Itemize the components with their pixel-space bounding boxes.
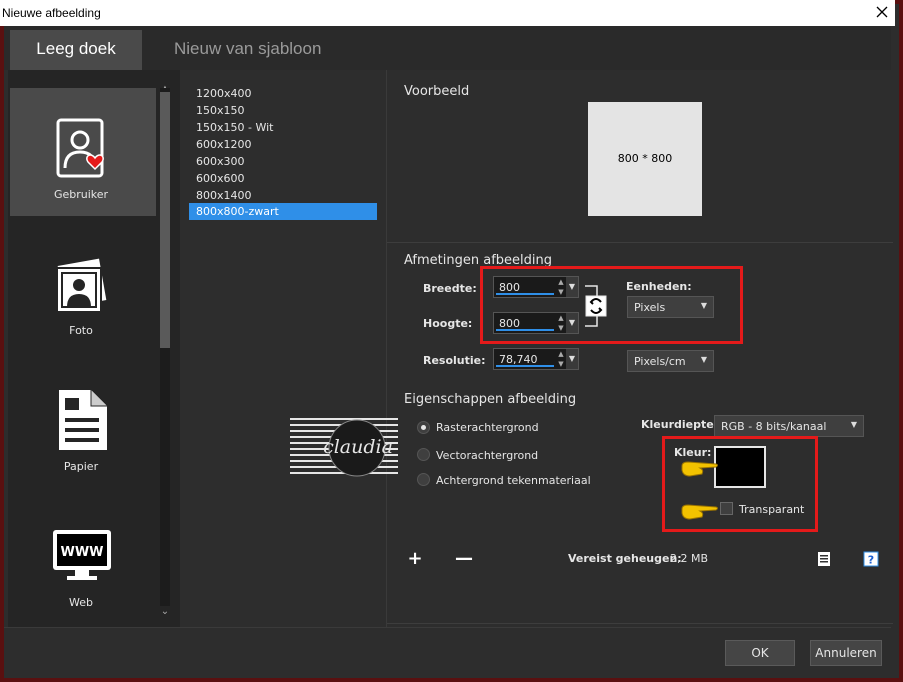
photo-icon bbox=[56, 258, 107, 313]
properties-title: Eigenschappen afbeelding bbox=[404, 392, 577, 407]
caret-down-icon: ▼ bbox=[850, 420, 857, 429]
color-depth-label: Kleurdiepte: bbox=[641, 418, 719, 431]
resolution-stepper-arrows[interactable]: ▲ ▼ bbox=[556, 349, 566, 369]
template-list: 1200x400 150x150 150x150 - Wit 600x1200 … bbox=[184, 70, 384, 627]
window-title: Nieuwe afbeelding bbox=[2, 6, 101, 20]
category-gebruiker[interactable]: Gebruiker bbox=[10, 88, 156, 216]
category-label: Web bbox=[69, 596, 93, 609]
color-depth-value: RGB - 8 bits/kanaal bbox=[721, 420, 827, 433]
template-item[interactable]: 600x600 bbox=[189, 170, 377, 187]
caret-down-icon: ▼ bbox=[700, 355, 707, 364]
divider bbox=[387, 242, 893, 243]
pointing-hand-icon bbox=[681, 504, 718, 520]
category-panel: Gebruiker Foto Papier WWW Web ⌄ bbox=[8, 70, 180, 627]
preview-canvas: 800 * 800 bbox=[588, 102, 702, 216]
svg-text:?: ? bbox=[868, 554, 874, 567]
category-web[interactable]: WWW Web bbox=[10, 496, 156, 624]
tab-leeg-doek[interactable]: Leeg doek bbox=[10, 30, 142, 70]
radio-raster-label[interactable]: Rasterachtergrond bbox=[436, 421, 539, 434]
color-swatch[interactable] bbox=[714, 446, 766, 488]
template-item-selected[interactable]: 800x800-zwart bbox=[189, 203, 377, 220]
watermark-logo: claudia bbox=[290, 418, 398, 477]
template-item[interactable]: 150x150 - Wit bbox=[189, 119, 377, 136]
memory-value: 2,2 MB bbox=[670, 552, 709, 565]
preview-size-text: 800 * 800 bbox=[617, 152, 673, 165]
cancel-button[interactable]: Annuleren bbox=[810, 640, 882, 666]
title-bar: Nieuwe afbeelding bbox=[0, 0, 895, 26]
dialog-content: Gebruiker Foto Papier WWW Web ⌄ 1200x400… bbox=[8, 70, 893, 627]
watermark-text: claudia bbox=[323, 436, 393, 458]
resolution-dropdown[interactable]: ▼ bbox=[566, 349, 578, 369]
template-item[interactable]: 600x300 bbox=[189, 153, 377, 170]
transparent-checkbox[interactable] bbox=[720, 502, 733, 515]
svg-text:WWW: WWW bbox=[60, 545, 103, 560]
user-heart-icon bbox=[56, 118, 104, 178]
radio-vector-label[interactable]: Vectorachtergrond bbox=[436, 449, 538, 462]
resolution-label: Resolutie: bbox=[423, 354, 486, 367]
category-label: Papier bbox=[63, 460, 99, 473]
close-icon[interactable] bbox=[873, 3, 891, 21]
template-item[interactable]: 150x150 bbox=[189, 102, 377, 119]
height-label: Hoogte: bbox=[423, 317, 473, 330]
tab-nieuw-van-sjabloon[interactable]: Nieuw van sjabloon bbox=[174, 30, 321, 70]
radio-art-media[interactable] bbox=[417, 473, 430, 486]
plus-icon[interactable]: + bbox=[407, 550, 423, 568]
minus-icon[interactable]: — bbox=[455, 550, 473, 568]
help-icon[interactable]: ? bbox=[863, 551, 879, 567]
resolution-unit-value: Pixels/cm bbox=[634, 355, 686, 368]
chevron-down-icon[interactable]: ⌄ bbox=[158, 606, 172, 620]
tab-bar: Leeg doek Nieuw van sjabloon bbox=[4, 26, 891, 70]
template-item[interactable]: 800x1400 bbox=[189, 187, 377, 204]
category-label: Foto bbox=[69, 324, 93, 337]
paper-icon bbox=[59, 390, 107, 450]
category-papier[interactable]: Papier bbox=[10, 360, 156, 488]
category-scroll-thumb[interactable] bbox=[160, 92, 170, 348]
resolution-spinner[interactable]: 78,740 ▲ ▼ ▼ bbox=[493, 348, 579, 370]
radio-art-media-label[interactable]: Achtergrond tekenmateriaal bbox=[436, 474, 591, 487]
radio-vector[interactable] bbox=[417, 448, 430, 461]
resolution-underline bbox=[496, 365, 554, 367]
template-item[interactable]: 1200x400 bbox=[189, 85, 377, 102]
resolution-unit-select[interactable]: Pixels/cm ▼ bbox=[627, 350, 714, 372]
width-label: Breedte: bbox=[423, 282, 477, 295]
category-foto[interactable]: Foto bbox=[10, 224, 156, 352]
ok-button[interactable]: OK bbox=[725, 640, 795, 666]
dialog-footer: OK Annuleren bbox=[4, 627, 891, 674]
clipboard-icon[interactable] bbox=[816, 551, 832, 567]
radio-raster[interactable] bbox=[417, 421, 430, 434]
settings-panel: Voorbeeld 800 * 800 Afmetingen afbeeldin… bbox=[386, 70, 893, 627]
web-monitor-icon: WWW bbox=[53, 530, 111, 580]
template-item[interactable]: 600x1200 bbox=[189, 136, 377, 153]
highlight-box-dimensions bbox=[480, 266, 743, 344]
preview-title: Voorbeeld bbox=[404, 84, 470, 99]
transparent-label[interactable]: Transparant bbox=[739, 503, 804, 516]
divider bbox=[387, 623, 893, 624]
memory-label: Vereist geheugen: bbox=[568, 552, 682, 565]
pointing-hand-icon bbox=[681, 461, 718, 477]
color-depth-select[interactable]: RGB - 8 bits/kanaal ▼ bbox=[714, 415, 864, 437]
category-label: Gebruiker bbox=[53, 188, 109, 201]
